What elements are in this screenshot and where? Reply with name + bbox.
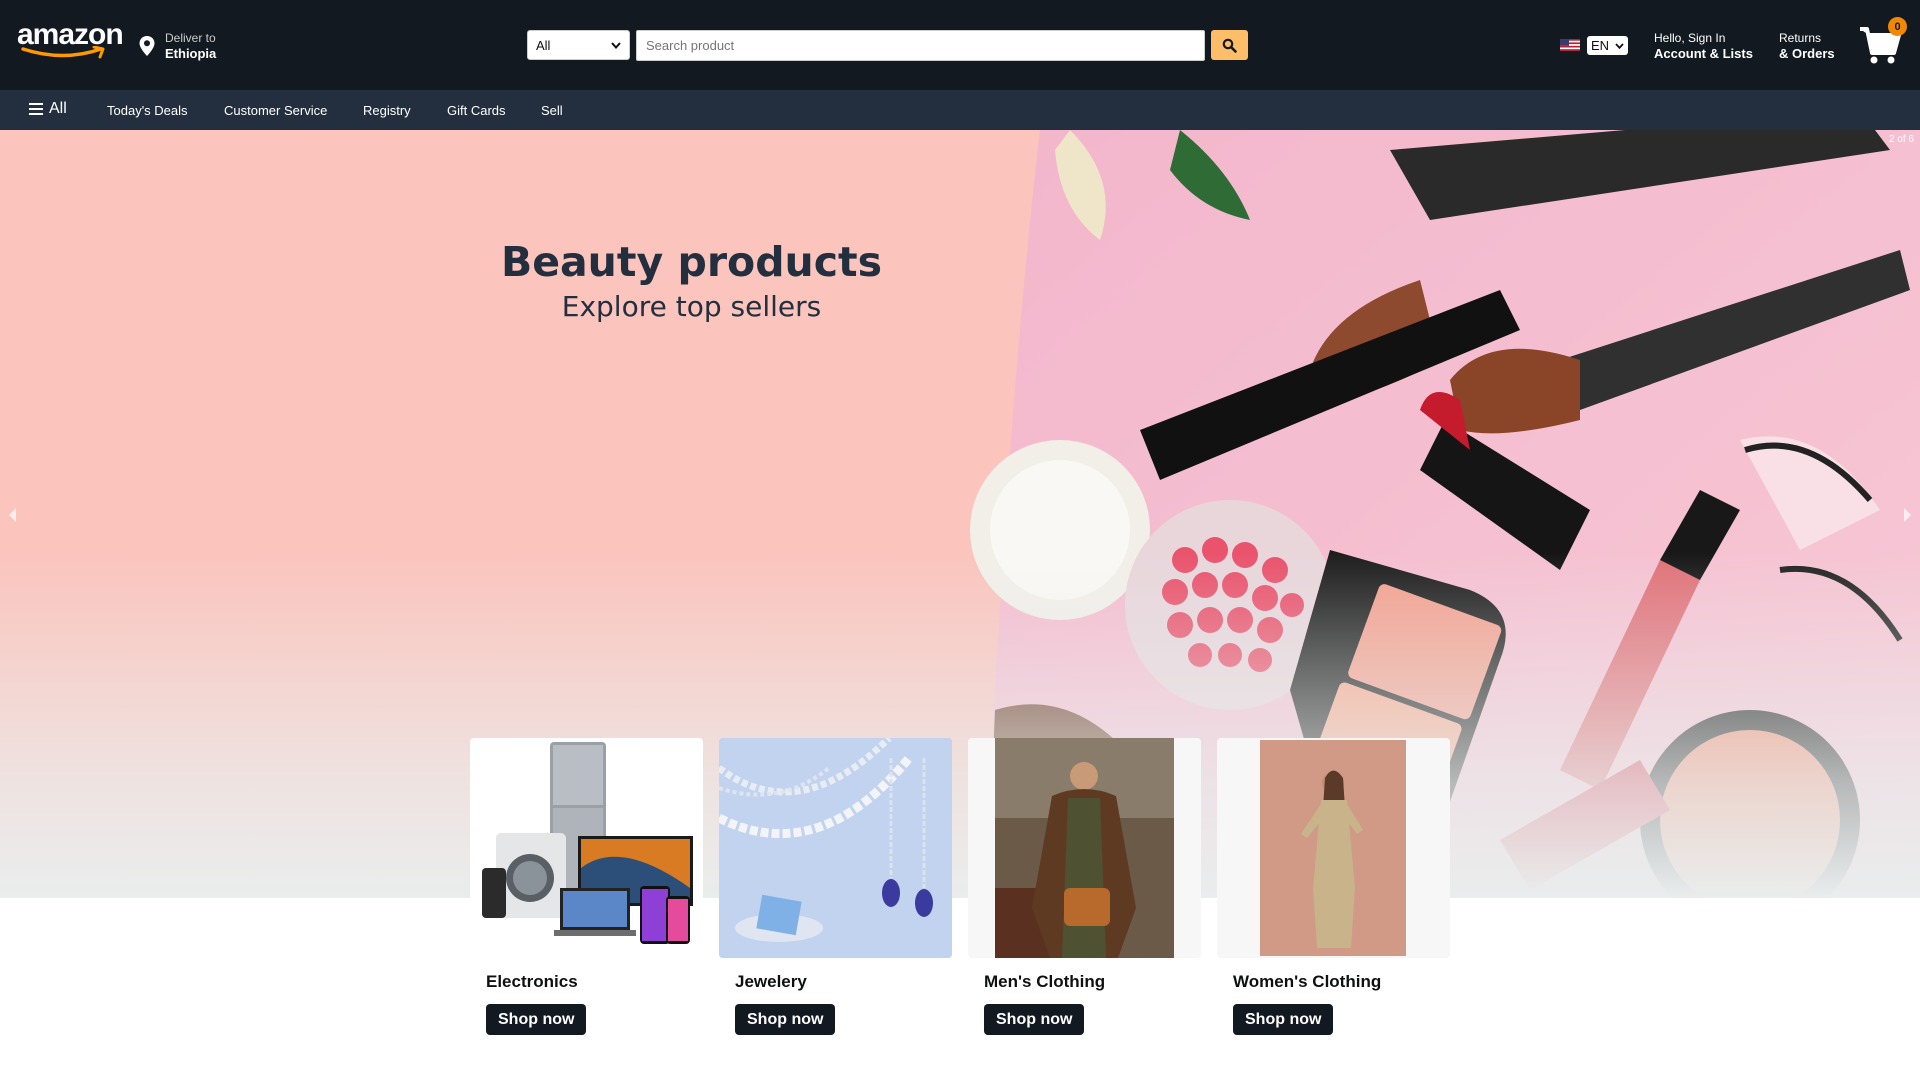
shop-now-button[interactable]: Shop now [486,1004,587,1035]
category-title: Women's Clothing [1233,972,1382,991]
nav-item-registry[interactable]: Registry [363,103,411,118]
category-card-jewelery: Jewelery Shop now [719,738,952,1038]
electronics-image[interactable] [470,738,703,958]
orders-label: & Orders [1779,46,1835,61]
us-flag-icon [1560,39,1580,51]
womens-clothing-image[interactable] [1217,738,1450,958]
nav-all-menu[interactable]: All [29,100,67,118]
shop-now-button[interactable]: Shop now [735,1004,836,1035]
category-title: Men's Clothing [984,972,1106,991]
account-greeting: Hello, Sign In [1654,31,1726,45]
electronics-illustration [482,742,693,944]
chevron-right-icon[interactable] [1900,505,1914,525]
language-select[interactable]: EN [1587,36,1628,55]
returns-label: Returns [1779,31,1822,45]
category-card-womens-clothing: Women's Clothing Shop now [1217,738,1450,1038]
language-value: EN [1591,38,1610,53]
chevron-down-icon [611,41,621,49]
chevron-down-icon [1615,42,1624,49]
category-title: Electronics [486,972,578,991]
cart-count-badge: 0 [1888,17,1907,36]
nav-item-gift-cards[interactable]: Gift Cards [447,103,506,118]
search-category-select[interactable]: All [527,30,630,60]
search-category-value: All [536,37,551,53]
womens-clothing-illustration [1217,738,1450,958]
slide-indicator: 2 of 6 [1888,134,1914,145]
hamburger-icon [29,103,43,115]
chevron-left-icon[interactable] [6,505,20,525]
category-title: Jewelery [735,972,807,991]
location-pin-icon [139,36,155,56]
shop-now-button[interactable]: Shop now [984,1004,1085,1035]
category-card-electronics: Electronics Shop now [470,738,703,1038]
account-lists[interactable]: Hello, Sign In Account & Lists [1654,31,1753,61]
logo-smile-icon [21,46,105,59]
hero-subtitle: Explore top sellers [561,290,822,323]
deliver-to[interactable]: Deliver to Ethiopia [138,30,216,62]
hero-title: Beauty products [500,238,883,286]
nav-item-sell[interactable]: Sell [541,103,563,118]
amazon-logo[interactable]: amazon [17,20,124,60]
account-label: Account & Lists [1654,46,1753,61]
jewelery-illustration [719,738,952,958]
category-cards: Electronics Shop now Jewelery Shop now M… [470,738,1450,1038]
nav-item-customer-service[interactable]: Customer Service [224,103,327,118]
search-button[interactable] [1211,30,1248,60]
nav-all-label: All [49,100,67,117]
nav-item-todays-deals[interactable]: Today's Deals [107,103,188,118]
deliver-location: Ethiopia [165,46,217,61]
mens-clothing-image[interactable] [968,738,1201,958]
top-header: amazon Deliver to Ethiopia All E [0,0,1920,90]
mens-clothing-illustration [968,738,1201,958]
deliver-label: Deliver to [165,31,216,45]
category-card-mens-clothing: Men's Clothing Shop now [968,738,1201,1038]
nav-bar: All Today's Deals Customer Service Regis… [0,90,1920,130]
search-icon [1222,38,1237,53]
shop-now-button[interactable]: Shop now [1233,1004,1334,1035]
search-input[interactable] [636,30,1205,61]
returns-orders[interactable]: Returns & Orders [1779,31,1835,61]
jewelery-image[interactable] [719,738,952,958]
